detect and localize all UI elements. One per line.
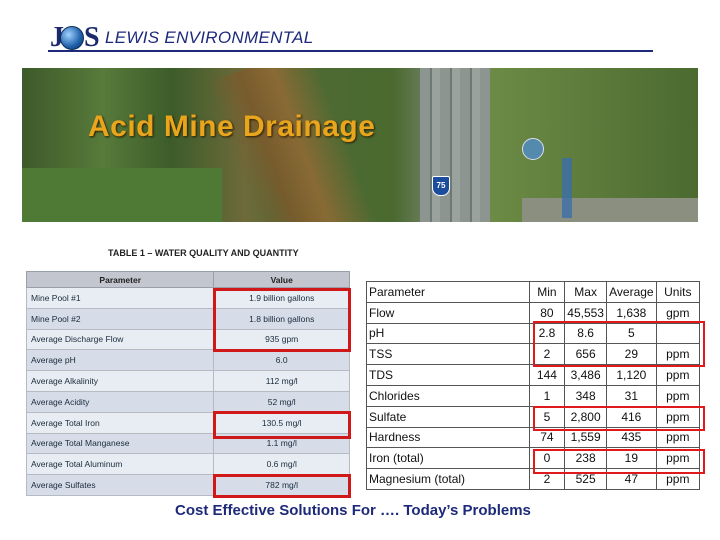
company-name: LEWIS ENVIRONMENTAL bbox=[105, 28, 314, 47]
interstate-shield-icon: 75 bbox=[432, 176, 450, 196]
footer-tagline: Cost Effective Solutions For …. Today’s … bbox=[175, 502, 531, 519]
banner-title: Acid Mine Drainage bbox=[88, 110, 376, 143]
table1-parameter-cell: Average Total Aluminum bbox=[25, 453, 215, 476]
table1-header-parameter: Parameter bbox=[25, 271, 215, 288]
globe-icon bbox=[60, 26, 84, 50]
map-pan-control-icon bbox=[522, 138, 544, 160]
banner-river bbox=[207, 68, 377, 222]
table1-value-cell: 52 mg/l bbox=[213, 390, 350, 413]
highlight-sulfate-row bbox=[533, 406, 705, 431]
table2-header-max: Max bbox=[564, 281, 608, 303]
table2-header-min: Min bbox=[528, 281, 566, 303]
table-row: Average pH 6.0 bbox=[25, 349, 350, 372]
table2-cell: 1,120 bbox=[606, 364, 657, 386]
table2-cell: 3,486 bbox=[564, 364, 608, 386]
table2-cell: Sulfate bbox=[366, 405, 530, 428]
table1-parameter-cell: Mine Pool #2 bbox=[25, 307, 215, 330]
table2-cell: TSS bbox=[366, 343, 530, 366]
banner-highway bbox=[420, 68, 490, 222]
table1-parameter-cell: Average Discharge Flow bbox=[25, 328, 215, 351]
table2-cell: 348 bbox=[564, 384, 608, 407]
table2-cell: ppm bbox=[655, 364, 701, 386]
table2-header-parameter: Parameter bbox=[366, 281, 530, 303]
table2-cell: pH bbox=[366, 322, 530, 345]
table1-header-value: Value bbox=[213, 271, 350, 288]
table-row: Chlorides 1 348 31 ppm bbox=[366, 384, 701, 407]
table1-parameter-cell: Average pH bbox=[25, 349, 215, 372]
map-zoom-slider-icon bbox=[562, 158, 572, 218]
table2-header-average: Average bbox=[606, 281, 657, 303]
table1-value-cell: 6.0 bbox=[213, 349, 350, 372]
table1-parameter-cell: Average Total Iron bbox=[25, 411, 215, 434]
highlight-mine-pools-flow bbox=[213, 288, 351, 352]
table2-cell: ppm bbox=[655, 384, 701, 407]
table-row: TDS 144 3,486 1,120 ppm bbox=[366, 364, 701, 386]
table2-header-units: Units bbox=[655, 281, 701, 303]
table2-cell: Flow bbox=[366, 301, 530, 324]
table1-parameter-cell: Mine Pool #1 bbox=[25, 287, 215, 309]
table2-cell: 31 bbox=[606, 384, 657, 407]
table1-parameter-cell: Average Sulfates bbox=[25, 474, 215, 496]
table-row: Flow 80 45,553 1,638 gpm bbox=[366, 301, 701, 324]
banner-town bbox=[522, 198, 698, 222]
table-row: Average Acidity 52 mg/l bbox=[25, 390, 350, 413]
table2-cell: Hardness bbox=[366, 426, 530, 449]
table2-cell: 1 bbox=[528, 384, 566, 407]
aerial-photo-banner: 75 Acid Mine Drainage bbox=[22, 68, 698, 222]
table1-value-cell: 112 mg/l bbox=[213, 370, 350, 392]
table1-parameter-cell: Average Acidity bbox=[25, 390, 215, 413]
highlight-total-iron bbox=[213, 411, 351, 439]
table-row: Average Total Aluminum 0.6 mg/l bbox=[25, 453, 350, 476]
table2-cell: 144 bbox=[528, 364, 566, 386]
table2-cell: Chlorides bbox=[366, 384, 530, 407]
highlight-sulfates bbox=[213, 474, 351, 498]
banner-field bbox=[22, 168, 222, 222]
table2-cell: 1,638 bbox=[606, 301, 657, 324]
table2-cell: 80 bbox=[528, 301, 566, 324]
table1-parameter-cell: Average Total Manganese bbox=[25, 432, 215, 455]
table1-parameter-cell: Average Alkalinity bbox=[25, 370, 215, 392]
table-row: Average Alkalinity 112 mg/l bbox=[25, 370, 350, 392]
table2-cell: Iron (total) bbox=[366, 447, 530, 470]
table1-caption: TABLE 1 – WATER QUALITY AND QUANTITY bbox=[108, 248, 299, 258]
table2-cell: 45,553 bbox=[564, 301, 608, 324]
highlight-iron-row bbox=[533, 449, 705, 474]
table1-value-cell: 0.6 mg/l bbox=[213, 453, 350, 476]
table2-cell: gpm bbox=[655, 301, 701, 324]
table2-cell: Magnesium (total) bbox=[366, 468, 530, 490]
header-underline bbox=[48, 50, 653, 52]
highlight-ph-tss-min bbox=[533, 321, 705, 367]
table2-cell: TDS bbox=[366, 364, 530, 386]
